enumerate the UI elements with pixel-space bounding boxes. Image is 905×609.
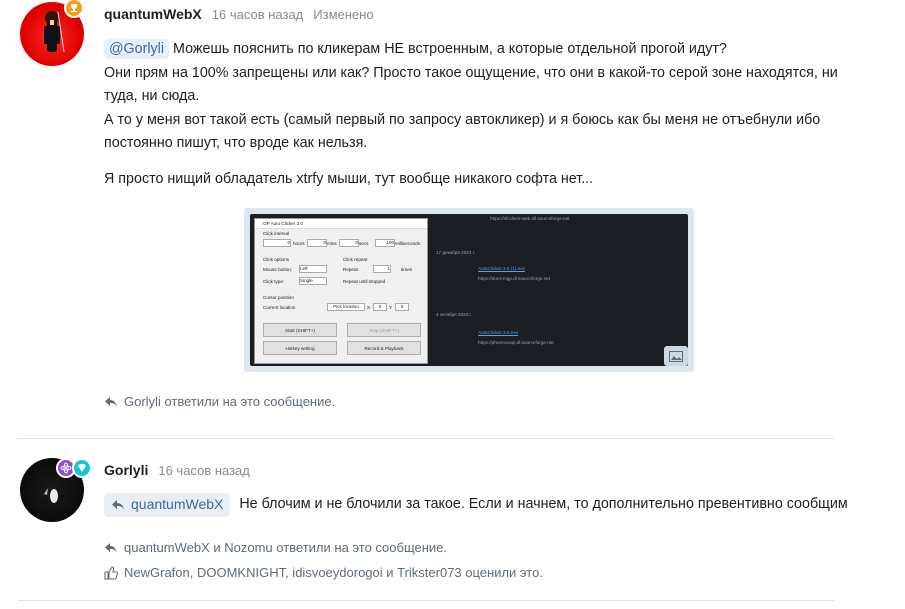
reply-arrow-icon: [105, 542, 117, 553]
mins-label: mins: [327, 241, 337, 246]
thumbs-up-icon: [104, 565, 118, 580]
download-file-1: AutoClicker-3.0 (1).exe: [478, 266, 525, 271]
image-expand-icon[interactable]: [664, 346, 688, 366]
post-line-2: Они прям на 100% запрещены или как? Прос…: [104, 64, 838, 105]
repeat-radio: Repeat: [343, 267, 358, 272]
avatar-wrap-gorlyli: [20, 458, 92, 522]
mins-box: 0: [307, 239, 327, 247]
quote-user-name: quantumWebX: [131, 496, 224, 513]
repeat-until-radio: Repeat until stopped: [343, 279, 386, 284]
reply-arrow-icon: [112, 500, 124, 510]
likes-summary[interactable]: NewGrafon, DOOMKNIGHT, idisvoeydorogoi и…: [104, 565, 543, 580]
secs-label: secs: [359, 241, 369, 246]
reply-arrow-icon: [105, 396, 117, 407]
author-name[interactable]: Gorlyli: [104, 462, 148, 478]
post-divider: [18, 438, 834, 439]
post-body: quantumWebX Не блочим и не блочили за та…: [104, 493, 884, 517]
click-type-label: Click type:: [263, 279, 285, 284]
download-link-top: https://sfcclient-web.sfl.sourceforge.ne…: [490, 216, 570, 221]
click-type-select: Single: [299, 277, 327, 285]
download-date-2: 4 октября 2023 г.: [436, 312, 472, 317]
hours-box: 0: [263, 239, 291, 247]
ms-label: milliseconds: [395, 241, 421, 246]
download-file-2: AutoClicker-3.0.exe: [478, 330, 519, 335]
replies-summary[interactable]: quantumWebX и Nozomu ответили на это соо…: [104, 540, 447, 555]
click-repeat-label: Click repeat: [343, 257, 368, 262]
start-button: Start (SHIFT+): [263, 323, 337, 337]
quote-user-chip[interactable]: quantumWebX: [104, 493, 231, 517]
attached-image[interactable]: OP Auto Clicker 3.0 Click interval 0 hou…: [244, 208, 694, 372]
x-label: X: [367, 305, 371, 310]
times-label: times: [401, 267, 412, 272]
award-badge-icon: [64, 0, 84, 18]
line-1-text: Можешь пояснить по кликерам НЕ встроенны…: [173, 41, 727, 57]
diamond-badge-icon: [72, 458, 92, 478]
mention-link[interactable]: @Gorlyli: [104, 39, 170, 59]
reply-text: Не блочим и не блочили за такое. Если и …: [239, 496, 848, 513]
edited-label[interactable]: Изменено: [313, 7, 373, 22]
author-name[interactable]: quantumWebX: [104, 6, 202, 22]
post-body: @Gorlyli Можешь пояснить по кликерам НЕ …: [104, 38, 844, 191]
post-line-3: А то у меня вот такой есть (самый первый…: [104, 111, 821, 152]
x-box: 0: [373, 303, 387, 311]
pick-location-button: Pick location: [327, 303, 365, 311]
post-time[interactable]: 16 часов назад: [212, 7, 304, 22]
post-divider: [18, 600, 834, 601]
likes-text: NewGrafon, DOOMKNIGHT, idisvoeydorogoi и…: [124, 565, 543, 580]
current-location-radio: Current location: [263, 305, 296, 310]
dialog-title: OP Auto Clicker 3.0: [255, 219, 427, 229]
replies-text: Gorlyli ответили на это сообщение.: [124, 394, 336, 409]
record-button: Record & Playback: [347, 341, 421, 355]
click-options-label: Click options: [263, 257, 290, 262]
hotkey-button: Hotkey setting: [263, 341, 337, 355]
cursor-position-label: Cursor position: [263, 295, 294, 300]
post-header: quantumWebX 16 часов назад Изменено: [104, 6, 374, 22]
replies-text: quantumWebX и Nozomu ответили на это соо…: [124, 540, 448, 555]
post-line-1: @Gorlyli Можешь пояснить по кликерам НЕ …: [104, 38, 844, 62]
avatar-wrap-quantumwebx: [20, 0, 84, 66]
y-label: Y: [389, 305, 393, 310]
mouse-button-select: Left: [299, 265, 327, 273]
click-interval-label: Click interval: [263, 231, 290, 236]
attached-image-content: OP Auto Clicker 3.0 Click interval 0 hou…: [250, 214, 688, 366]
hours-label: hours: [293, 241, 305, 246]
autoclicker-dialog: OP Auto Clicker 3.0 Click interval 0 hou…: [254, 218, 428, 364]
replies-summary[interactable]: Gorlyli ответили на это сообщение.: [104, 394, 335, 409]
secs-box: 0: [339, 239, 359, 247]
download-url-2: https://phoenixnap.dl.sourceforge.net: [478, 340, 554, 345]
download-url-1: https://docs-mgp.dl.sourceforge.net: [478, 276, 551, 281]
post-line-4: Я просто нищий обладатель xtrfy мыши, ту…: [104, 170, 594, 187]
mouse-button-label: Mouse button:: [263, 267, 293, 272]
y-box: 0: [395, 303, 409, 311]
ms-box: 100: [375, 239, 395, 247]
repeat-box: 1: [373, 265, 391, 273]
post-header: Gorlyli 16 часов назад: [104, 462, 250, 478]
download-date-1: 17 декабря 2023 г.: [436, 250, 476, 255]
post-time[interactable]: 16 часов назад: [158, 463, 250, 478]
stop-button: Stop (SHIFT+): [347, 323, 421, 337]
